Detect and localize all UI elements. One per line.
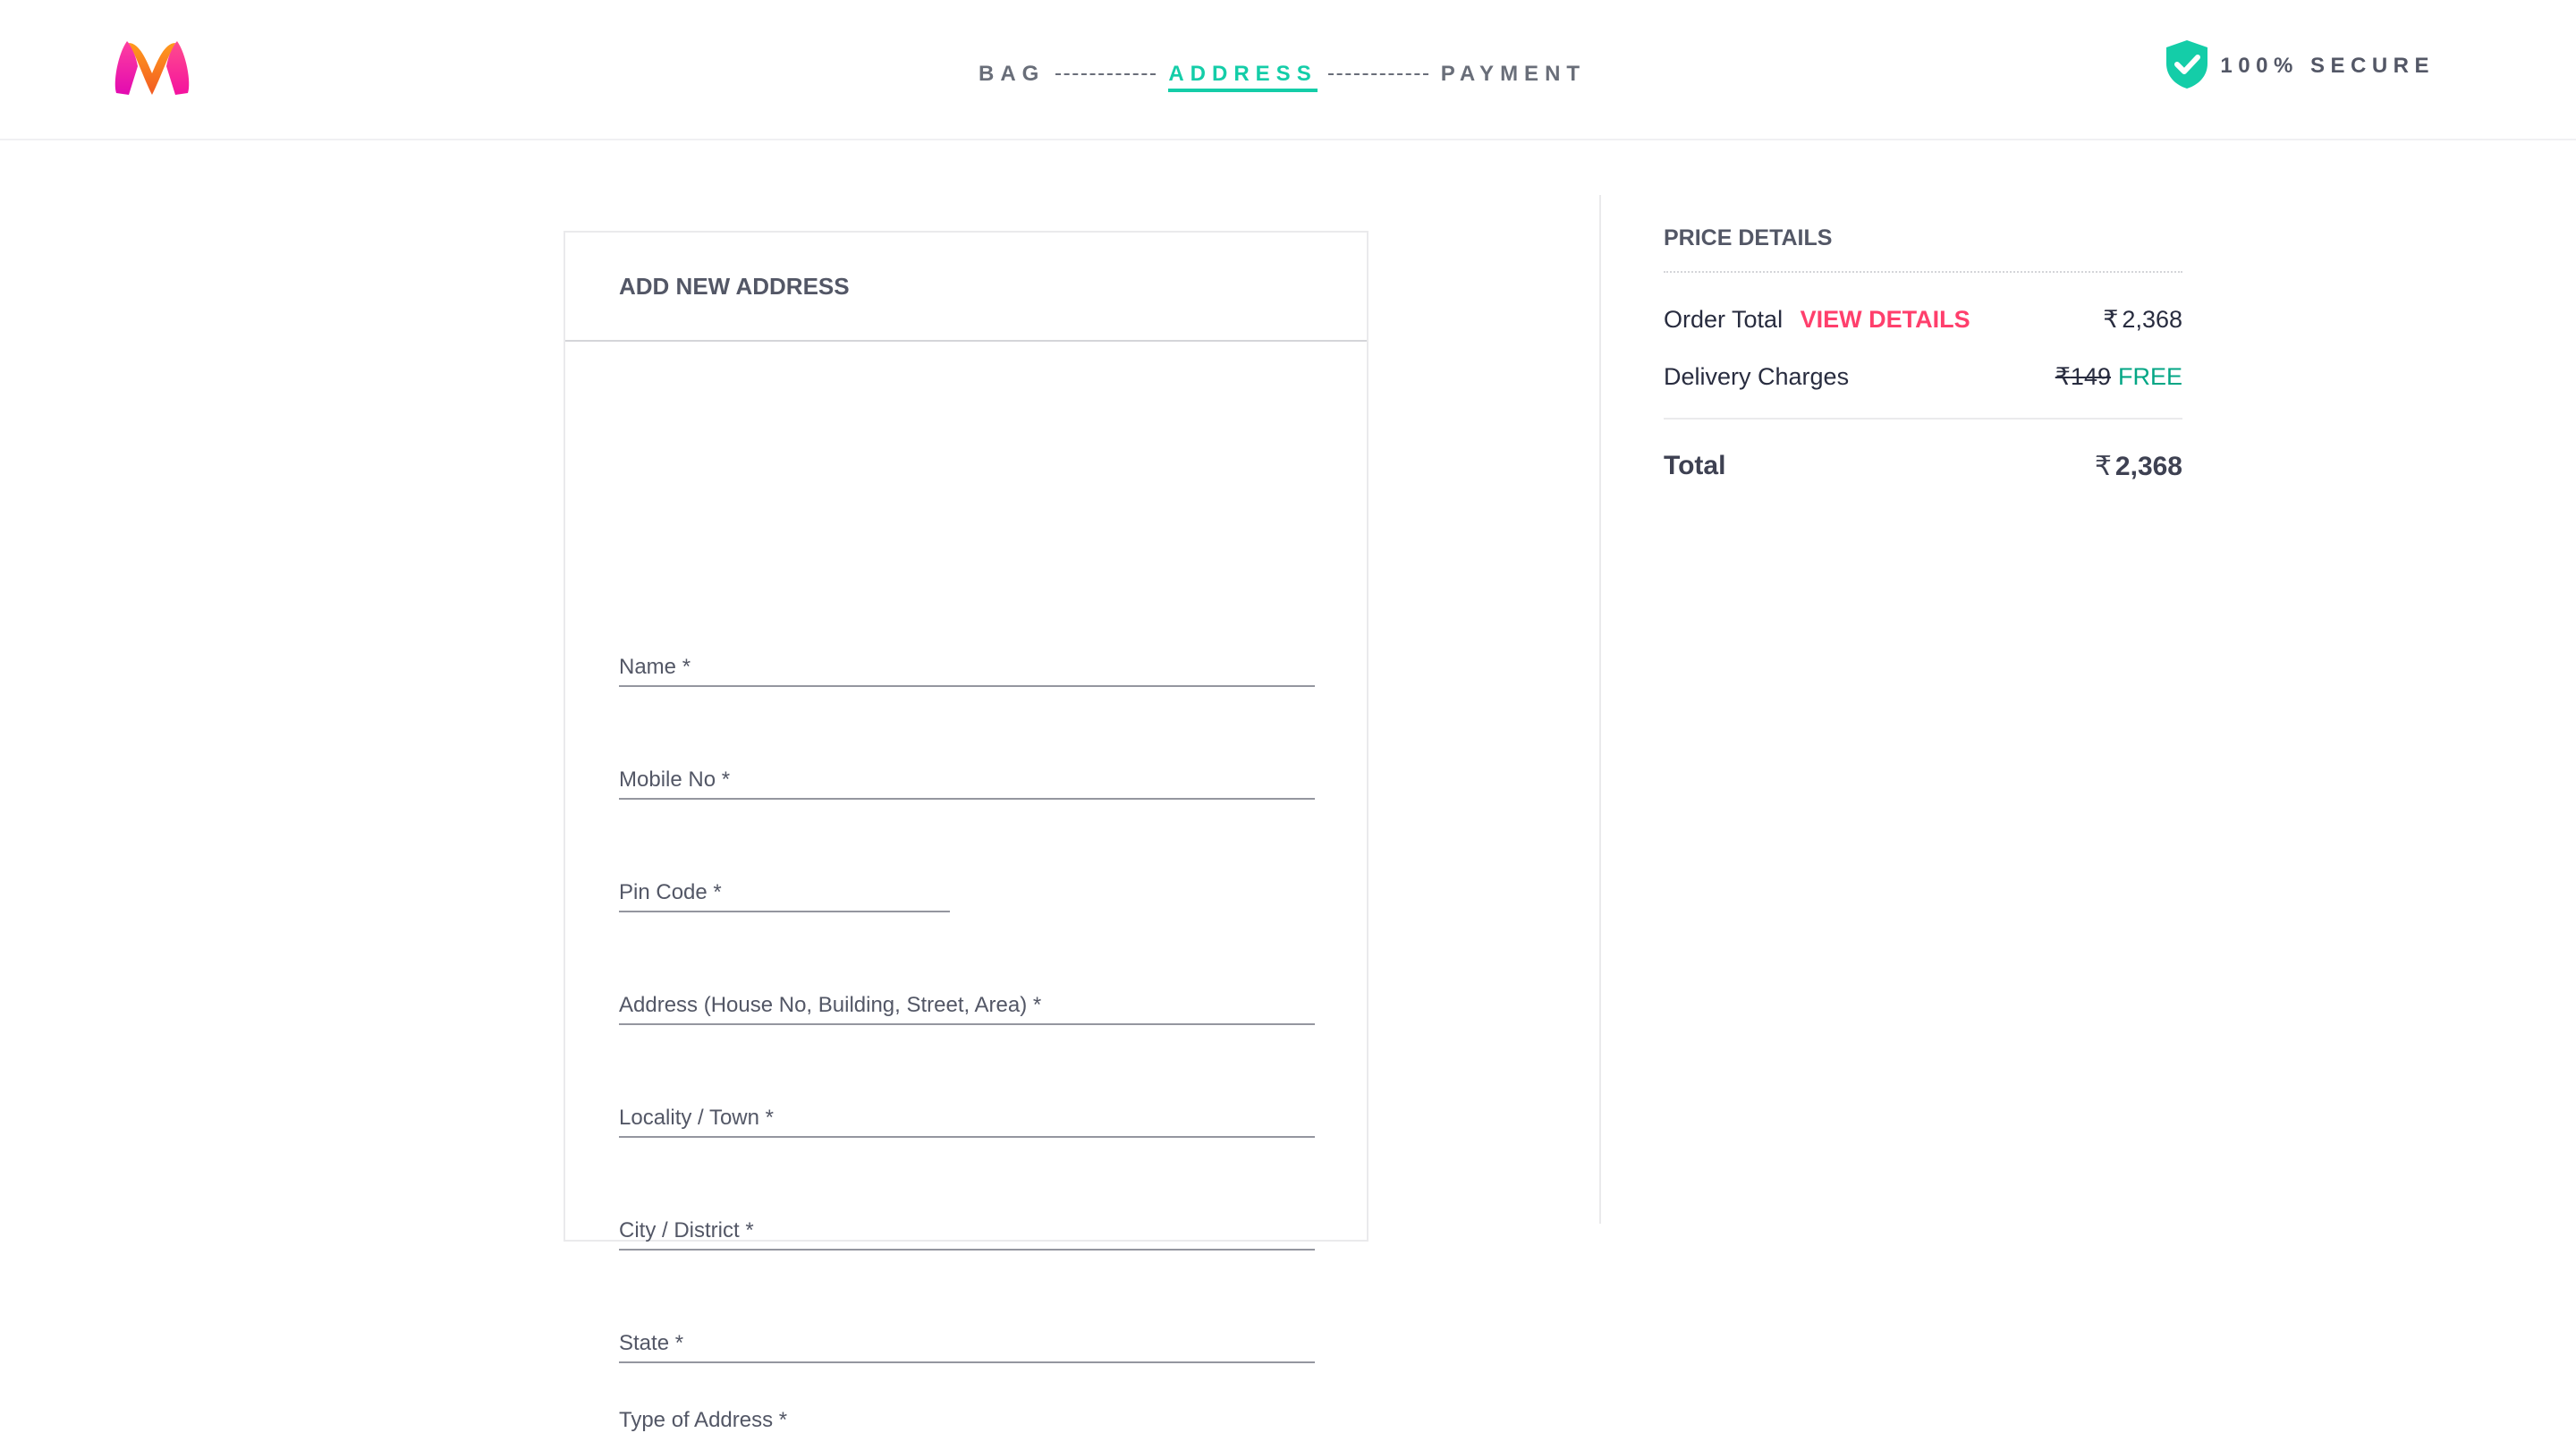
total-row: Total ₹2,368: [1664, 420, 2182, 513]
city-field[interactable]: City / District *: [619, 1215, 1315, 1251]
delivery-original-amount: 149: [2070, 362, 2111, 390]
secure-badge: 100% SECURE: [2163, 39, 2435, 93]
locality-field[interactable]: Locality / Town *: [619, 1102, 1315, 1138]
city-label: City / District *: [619, 1218, 754, 1242]
pincode-field[interactable]: Pin Code *: [619, 877, 950, 912]
address-field[interactable]: Address (House No, Building, Street, Are…: [619, 989, 1315, 1025]
total-value: ₹2,368: [2095, 451, 2182, 482]
shield-check-icon: [2163, 38, 2211, 95]
address-label: Address (House No, Building, Street, Are…: [619, 993, 1042, 1017]
state-field[interactable]: State *: [619, 1327, 1315, 1363]
step-payment[interactable]: PAYMENT: [1441, 62, 1586, 87]
order-total-amount: 2,368: [2122, 305, 2182, 333]
column-divider: [1599, 195, 1601, 1224]
total-amount: 2,368: [2114, 451, 2182, 481]
step-separator: [1327, 73, 1428, 75]
checkout-steps: BAG ADDRESS PAYMENT: [979, 52, 1586, 97]
delivery-row: Delivery Charges ₹149 FREE: [1664, 348, 2182, 405]
step-separator: [1055, 73, 1157, 75]
secure-label: 100% SECURE: [2220, 54, 2435, 78]
price-details: PRICE DETAILS Order Total VIEW DETAILS ₹…: [1664, 225, 2182, 513]
order-total-row: Order Total VIEW DETAILS ₹2,368: [1664, 291, 2182, 348]
order-total-label: Order Total: [1664, 305, 1784, 333]
name-label: Name *: [619, 655, 691, 679]
name-field[interactable]: Name *: [619, 651, 1315, 687]
mobile-field[interactable]: Mobile No *: [619, 764, 1315, 800]
pincode-label: Pin Code *: [619, 880, 722, 904]
mobile-label: Mobile No *: [619, 767, 731, 792]
state-label: State *: [619, 1331, 684, 1355]
locality-label: Locality / Town *: [619, 1106, 774, 1130]
rupee-icon: ₹: [2103, 305, 2119, 333]
price-details-title: PRICE DETAILS: [1664, 225, 2182, 273]
order-total-value: ₹2,368: [2103, 306, 2182, 334]
delivery-free: FREE: [2117, 362, 2182, 390]
add-address-card: ADD NEW ADDRESS Name * Mobile No * Pin C…: [564, 231, 1368, 1432]
form-header: ADD NEW ADDRESS: [565, 233, 1367, 342]
address-type-label: Type of Address *: [619, 1408, 788, 1432]
form-title: ADD NEW ADDRESS: [619, 272, 850, 300]
header: BAG ADDRESS PAYMENT 100% SECURE: [0, 0, 2576, 140]
step-bag[interactable]: BAG: [979, 62, 1045, 87]
rupee-icon: ₹: [2055, 362, 2071, 390]
step-address[interactable]: ADDRESS: [1168, 62, 1318, 92]
rupee-icon: ₹: [2094, 451, 2112, 481]
delivery-original-price: ₹149: [2055, 363, 2111, 390]
total-label: Total: [1664, 451, 1726, 480]
myntra-logo[interactable]: [111, 38, 193, 100]
price-rows: Order Total VIEW DETAILS ₹2,368 Delivery…: [1664, 273, 2182, 420]
delivery-label: Delivery Charges: [1664, 362, 1850, 390]
delivery-value: ₹149 FREE: [2055, 363, 2182, 391]
view-details-link[interactable]: VIEW DETAILS: [1801, 306, 1970, 333]
